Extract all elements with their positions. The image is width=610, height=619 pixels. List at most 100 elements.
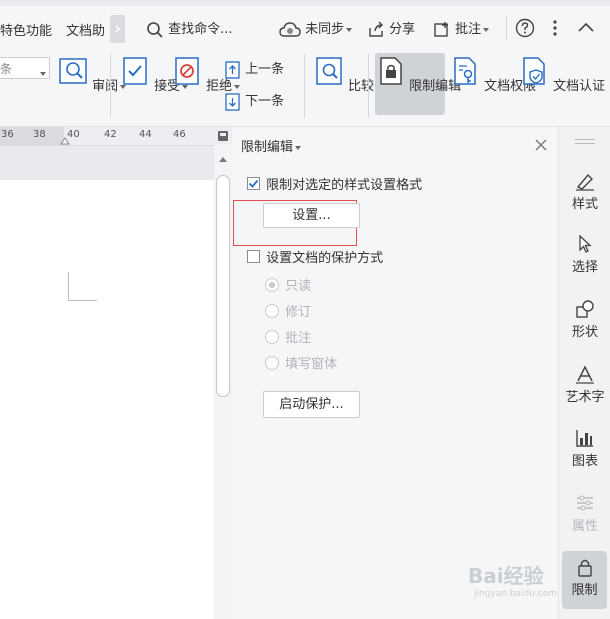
more-vertical-icon [553,20,557,36]
restrict-editing-icon [380,57,402,85]
margin-corner-vertical [68,272,69,300]
sidebar-item-label: 图表 [571,454,598,469]
share-button[interactable]: 分享 [367,18,415,39]
accept-button[interactable]: 接受 [120,56,189,94]
menu-doc-assistant[interactable]: 文档助 [66,20,105,39]
sidebar-item-label: 样式 [571,197,598,212]
watermark-subtext: jingyan.baidu.com [474,589,558,599]
start-protection-button[interactable]: 启动保护... [263,391,360,418]
document-permission-button[interactable]: 文档权限 [450,56,536,94]
sidebar-grip-icon[interactable] [575,139,595,140]
scroll-thumb[interactable] [216,175,230,397]
scroll-up-icon[interactable] [218,155,228,163]
next-change-label: 下一条 [245,94,285,109]
chart-icon [576,430,593,447]
properties-icon [577,495,593,511]
settings-button[interactable]: 设置... [263,203,360,228]
share-label: 分享 [389,22,416,37]
sidebar-item-label: 选择 [571,260,598,275]
next-change-icon [225,92,240,111]
sidebar-item-label: 属性 [571,519,598,534]
protection-option-fill-forms: 填写窗体 [265,353,337,372]
protect-mode-label: 设置文档的保护方式 [266,251,384,266]
ribbon-separator [304,54,305,118]
fill-forms-radio [265,355,279,370]
comments-radio [265,329,279,344]
read-only-radio [265,277,279,292]
sidebar-item-chart[interactable]: 图表 [559,428,610,469]
menu-special-features[interactable]: 特色功能 [0,20,52,39]
track-changes-radio [265,303,279,318]
style-dropdown-fragment: 条 [0,62,13,76]
document-certification-icon [523,57,545,85]
compare-button[interactable]: 比较 [314,56,383,94]
indent-marker-icon[interactable] [60,135,70,145]
comment-menu-button[interactable]: 批注 [433,18,490,39]
protect-mode-option[interactable]: 设置文档的保护方式 [247,247,383,266]
ribbon-separator [368,54,369,118]
ruler-tick: 38 [33,129,46,140]
next-change-button[interactable]: 下一条 [225,90,284,111]
menu-separator [506,16,507,40]
sidebar-item-label: 艺术字 [565,390,605,405]
shapes-icon [576,300,594,318]
search-commands-label: 查找命令... [168,22,233,37]
panel-title-menu[interactable]: 限制编辑 [241,136,302,155]
restrict-format-option[interactable]: 限制对选定的样式设置格式 [247,174,422,193]
panel-title: 限制编辑 [241,140,294,155]
document-certification-button[interactable]: 文档认证 [519,56,605,94]
comment-label: 批注 [455,22,482,37]
track-changes-label: 修订 [285,305,312,320]
more-options-button[interactable] [548,18,562,38]
horizontal-ruler[interactable]: 36 38 40 42 44 46 [0,127,214,146]
search-commands[interactable]: 查找命令... [146,18,233,39]
ruler-tick: 46 [173,129,186,140]
comments-label: 批注 [285,331,312,346]
reject-icon [175,57,199,85]
review-button[interactable]: 审阅 [58,56,127,94]
chevron-right-icon [115,25,121,33]
sync-status-button[interactable]: 未同步 [279,18,353,39]
protection-option-comments: 批注 [265,327,311,346]
sidebar-item-label: 限制 [571,583,598,598]
sidebar-item-properties[interactable]: 属性 [559,493,610,534]
lock-icon [577,559,592,577]
document-page[interactable] [0,180,214,619]
style-dropdown[interactable]: 条 [0,57,50,79]
margin-corner-horizontal [68,300,97,301]
restrict-format-label: 限制对选定的样式设置格式 [266,178,423,193]
fill-forms-label: 填写窗体 [285,357,338,372]
sidebar-item-select[interactable]: 选择 [559,234,610,275]
review-icon [59,58,87,84]
compare-label: 比较 [348,79,375,94]
cloud-icon [279,21,301,37]
chevron-up-icon [578,22,594,32]
restrict-format-checkbox[interactable] [247,177,260,190]
comment-icon [434,21,448,37]
restrict-editing-button[interactable]: 限制编辑 [375,53,461,115]
sync-status-label: 未同步 [305,22,345,37]
protect-mode-checkbox[interactable] [247,250,260,263]
vertical-scrollbar[interactable] [214,145,232,619]
document-permission-icon [454,57,476,85]
sidebar-item-label: 形状 [571,325,598,340]
reject-button[interactable]: 拒绝 [172,56,241,94]
title-strip [0,0,610,6]
ruler-toggle[interactable] [214,127,232,145]
sidebar-item-shapes[interactable]: 形状 [559,299,610,340]
ribbon-toolbar: 条 审阅 接受 拒绝 上一条 下一条 比较 限制编辑 文档权限 文档认证 [0,44,610,127]
wordart-icon [576,365,594,384]
collapse-ribbon-button[interactable] [576,18,596,38]
brush-icon [576,173,594,191]
close-icon[interactable] [534,138,548,152]
ruler-toggle-icon [218,131,228,141]
search-icon [147,21,163,38]
sidebar-item-styles[interactable]: 样式 [559,171,610,212]
compare-icon [316,57,342,85]
watermark-text: Bai经验 [468,564,544,588]
help-button[interactable] [515,18,535,38]
sidebar-item-restrict[interactable]: 限制 [562,551,607,609]
menu-scroll-right-button[interactable] [110,15,125,43]
previous-change-button[interactable]: 上一条 [225,58,284,79]
sidebar-item-wordart[interactable]: 艺术字 [559,364,610,405]
